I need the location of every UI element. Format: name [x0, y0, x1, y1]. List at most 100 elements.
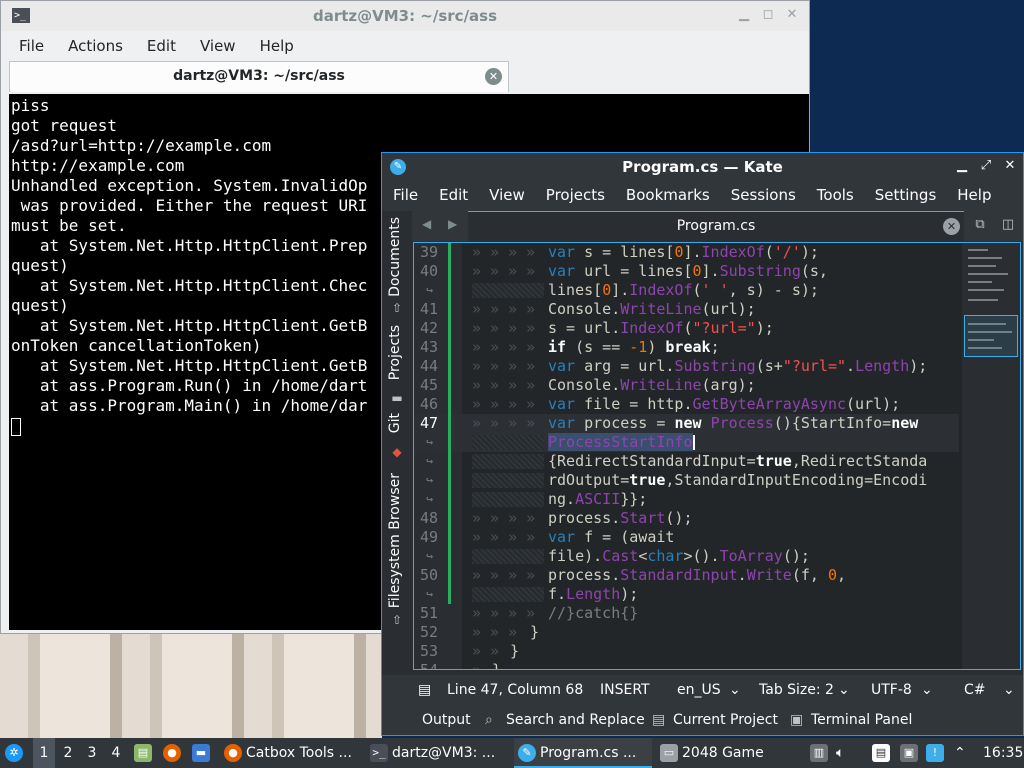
encoding-selector[interactable]: UTF-8 — [871, 682, 912, 698]
menu-sessions[interactable]: Sessions — [731, 181, 796, 211]
close-tab-icon[interactable]: ✕ — [485, 68, 502, 85]
menu-file[interactable]: File — [393, 181, 418, 211]
terminal-tab[interactable]: dartz@VM3: ~/src/ass ✕ — [9, 61, 509, 92]
terminal-titlebar[interactable]: >_ dartz@VM3: ~/src/ass ▁ ◻ ✕ — [1, 1, 809, 31]
maximize-icon[interactable]: ◻ — [759, 6, 777, 24]
document-icon: ▤ — [418, 682, 432, 698]
menu-tools[interactable]: Tools — [817, 181, 854, 211]
close-icon[interactable]: ✕ — [1001, 157, 1019, 175]
tab-program-cs[interactable]: Program.cs ✕ — [468, 211, 964, 241]
code-editor[interactable]: 39» » » » var s = lines[0].IndexOf('/'); … — [413, 242, 1021, 670]
tab-size-selector[interactable]: Tab Size: 2 — [759, 682, 834, 698]
kate-sidebar: Documents ⇧ Projects ▬ Git ◆ Filesystem … — [382, 211, 412, 671]
syntax-selector[interactable]: C# — [964, 682, 986, 698]
task-terminal[interactable]: >_ dartz@VM3: ... — [370, 738, 508, 768]
notifications-icon[interactable]: ▥ — [810, 738, 832, 768]
sidebar-tab-git[interactable]: Git — [387, 413, 403, 433]
menu-bookmarks[interactable]: Bookmarks — [626, 181, 710, 211]
toolview-terminal-panel[interactable]: Terminal Panel — [811, 712, 912, 728]
wallpaper-art — [0, 630, 382, 740]
code-line: 40» » » » var url = lines[0].Substring(s, — [419, 262, 828, 281]
menu-view[interactable]: View — [186, 31, 246, 59]
kate-statusbar: ▤ Line 47, Column 68 INSERT en_US ⌄ Tab … — [382, 675, 1023, 705]
git-icon: ◆ — [392, 445, 402, 459]
chevron-down-icon[interactable]: ⌄ — [729, 682, 741, 698]
sidebar-tab-filesystem-browser[interactable]: Filesystem Browser — [387, 473, 403, 608]
minimize-icon[interactable]: ▁ — [735, 6, 753, 24]
close-icon[interactable]: ✕ — [783, 6, 801, 24]
code-line: 53» »} — [419, 642, 520, 660]
quick-open-icon[interactable]: ⧉ — [972, 217, 988, 233]
tray-expand-icon[interactable]: ⌃ — [954, 738, 966, 768]
desktop-1[interactable]: 1 — [33, 738, 55, 768]
chevron-down-icon[interactable]: ⌄ — [838, 682, 850, 698]
menu-edit[interactable]: Edit — [133, 31, 186, 59]
volume-icon[interactable]: 🔈︎ — [836, 738, 844, 768]
code-line: 45» » » » Console.WriteLine(arg); — [419, 376, 756, 395]
code-line: 54»} — [419, 661, 502, 670]
terminal-title: dartz@VM3: ~/src/ass — [312, 7, 498, 25]
desktop-2[interactable]: 2 — [57, 738, 79, 768]
code-line: 39» » » » var s = lines[0].IndexOf('/'); — [419, 243, 819, 262]
sidebar-tab-documents[interactable]: Documents — [387, 217, 403, 297]
code-line: 41» » » » Console.WriteLine(url); — [419, 300, 756, 319]
minimap[interactable] — [962, 243, 1020, 669]
current-code-line: 47» » » » var process = new Process(){Sta… — [414, 414, 959, 433]
minimize-icon[interactable]: ▁ — [953, 157, 971, 175]
menu-file[interactable]: File — [1, 31, 54, 59]
sidebar-tab-projects[interactable]: Projects — [387, 325, 403, 380]
firefox-icon[interactable]: ● — [163, 738, 185, 768]
kate-titlebar[interactable]: ✎ Program.cs — Kate ▁ ⤢ ✕ — [382, 153, 1023, 181]
desktop-4[interactable]: 4 — [105, 738, 127, 768]
code-line: 48» » » » process.Start(); — [419, 509, 693, 528]
clock[interactable]: 16:35 — [983, 738, 1023, 768]
task-kate[interactable]: ✎ Program.cs ... — [514, 738, 652, 768]
terminal-cursor — [11, 417, 21, 436]
chevron-down-icon[interactable]: ⌄ — [1003, 682, 1015, 698]
menu-actions[interactable]: Actions — [54, 31, 133, 59]
documents-icon: ⇧ — [391, 301, 403, 315]
restore-icon[interactable]: ⤢ — [977, 157, 995, 175]
network-icon[interactable]: ▣ — [900, 738, 922, 768]
task-2048-game[interactable]: ▭ 2048 Game — [660, 738, 780, 768]
kate-menubar: File Edit View Projects Bookmarks Sessio… — [382, 181, 1023, 211]
terminal-icon: ▣ — [790, 712, 804, 728]
folder-icon: ▬ — [391, 391, 403, 405]
cursor-position[interactable]: Line 47, Column 68 — [447, 682, 583, 698]
menu-view[interactable]: View — [489, 181, 525, 211]
toolview-search-replace[interactable]: Search and Replace — [506, 712, 645, 728]
code-line: 51» » » »//}catch{} — [419, 604, 639, 622]
tab-prev-icon[interactable]: ◀ — [422, 217, 431, 231]
menu-help[interactable]: Help — [957, 181, 991, 211]
menu-projects[interactable]: Projects — [546, 181, 605, 211]
output-line: piss — [11, 96, 50, 115]
toolview-output[interactable]: Output — [422, 712, 471, 728]
terminal-tab-label: dartz@VM3: ~/src/ass — [173, 68, 345, 84]
code-line: 49» » » » var f = (await — [419, 528, 675, 547]
tab-next-icon[interactable]: ▶ — [448, 217, 457, 231]
desktop-3[interactable]: 3 — [81, 738, 103, 768]
code-line: 44» » » » var arg = url.Substring(s+"?url… — [419, 357, 928, 376]
updates-icon[interactable]: ! — [926, 738, 948, 768]
chevron-down-icon[interactable]: ⌄ — [921, 682, 933, 698]
kate-window[interactable]: ✎ Program.cs — Kate ▁ ⤢ ✕ File Edit View… — [381, 152, 1024, 736]
code-area[interactable]: 39» » » » var s = lines[0].IndexOf('/'); … — [414, 243, 959, 670]
file-manager-icon[interactable]: ▤ — [134, 738, 156, 768]
task-catbox-tools[interactable]: ● Catbox Tools ... — [224, 738, 362, 768]
app-launcher-icon[interactable]: ✲ — [5, 738, 27, 768]
close-tab-icon[interactable]: ✕ — [943, 218, 960, 235]
dictionary-selector[interactable]: en_US — [677, 682, 721, 698]
input-mode[interactable]: INSERT — [600, 682, 650, 698]
toolview-current-project[interactable]: Current Project — [673, 712, 778, 728]
menu-help[interactable]: Help — [246, 31, 304, 59]
output-line: got request — [11, 116, 117, 135]
project-icon: ▤ — [652, 712, 666, 728]
minimap-viewport[interactable] — [964, 315, 1018, 357]
clipboard-icon[interactable]: ▤ — [872, 738, 894, 768]
split-view-icon[interactable]: ◫ — [1000, 217, 1016, 233]
menu-edit[interactable]: Edit — [439, 181, 468, 211]
menu-settings[interactable]: Settings — [875, 181, 937, 211]
kate-title: Program.cs — Kate — [622, 158, 783, 176]
code-line: 43» » » » if (s == -1) break; — [419, 338, 720, 357]
show-desktop-icon[interactable]: ▬ — [192, 738, 214, 768]
